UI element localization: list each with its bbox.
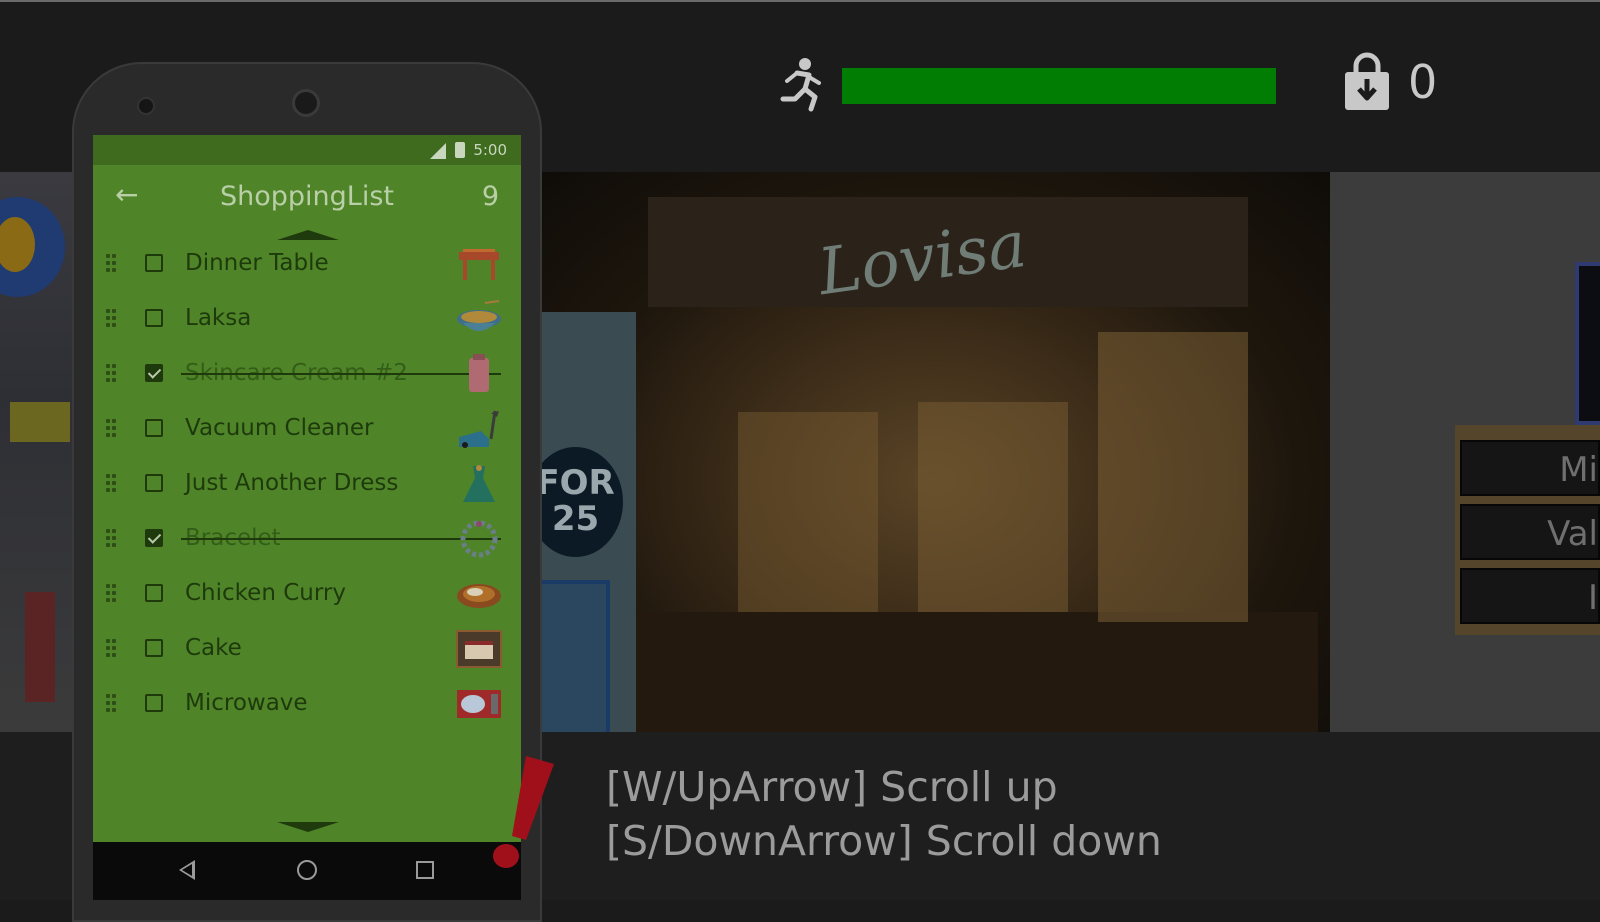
hint-scroll-down: [S/DownArrow] Scroll down [606,817,1162,865]
drag-handle-icon[interactable] [106,694,118,714]
item-checkbox[interactable] [145,474,163,492]
drag-handle-icon[interactable] [106,419,118,439]
list-item[interactable]: Chicken Curry [93,567,521,622]
bracelet-icon [460,520,498,558]
blue-kiosk [538,580,610,732]
nav-recent-apps-icon[interactable] [416,861,434,879]
item-checkbox[interactable] [145,364,163,382]
item-label: Vacuum Cleaner [185,415,374,441]
stamina-bar [842,68,1276,104]
strikethrough-line [181,373,501,375]
drag-handle-icon[interactable] [106,474,118,494]
item-checkbox[interactable] [145,309,163,327]
cake-icon [456,630,502,668]
item-checkbox[interactable] [145,694,163,712]
item-checkbox[interactable] [145,254,163,272]
drag-handle-icon[interactable] [106,529,118,549]
bag-count: 0 [1408,55,1438,109]
list-item[interactable]: Dinner Table [93,237,521,292]
item-label: Laksa [185,305,252,331]
drag-handle-icon[interactable] [106,584,118,604]
scroll-down-indicator[interactable] [277,822,339,832]
shopping-list: Dinner Table Laksa Skincare Cream #2 Vacuum… [93,237,521,732]
shopping-bag-download-icon [1345,52,1389,110]
list-item[interactable]: Just Another Dress [93,457,521,512]
microwave-icon [457,690,501,718]
hint-scroll-up: [W/UpArrow] Scroll up [606,763,1058,811]
item-checkbox[interactable] [145,419,163,437]
controls-hint: [W/UpArrow] Scroll up [S/DownArrow] Scro… [606,760,1162,868]
right-menu-button-1[interactable]: Mi [1460,440,1600,496]
item-label: Microwave [185,690,308,716]
list-item[interactable]: Microwave [93,677,521,732]
list-item[interactable]: Vacuum Cleaner [93,402,521,457]
chicken-curry-icon [457,584,501,608]
stamina-bar-fill [842,68,1276,104]
dress-icon [463,465,495,502]
status-time: 5:00 [473,141,507,159]
item-label: Dinner Table [185,250,329,276]
skincare-cream-icon [469,354,489,392]
top-border [0,0,1600,2]
phone-camera [137,97,155,115]
drag-handle-icon[interactable] [106,309,118,329]
android-nav-bar [93,842,521,900]
right-menu-button-2[interactable]: Val [1460,504,1600,560]
item-label: Cake [185,635,242,661]
item-checkbox[interactable] [145,584,163,602]
item-label: Chicken Curry [185,580,346,606]
signal-icon [430,143,446,159]
list-item[interactable]: Laksa [93,292,521,347]
list-item[interactable]: Skincare Cream #2 [93,347,521,402]
nav-home-icon[interactable] [297,860,317,880]
drag-handle-icon[interactable] [106,254,118,274]
phone-sensor [292,89,320,117]
item-checkbox[interactable] [145,639,163,657]
strikethrough-line [181,538,501,540]
right-display [1575,262,1600,425]
phone-screen[interactable]: 5:00 ← ShoppingList 9 Dinner Table Laksa S… [93,135,521,842]
vacuum-cleaner-icon [459,410,499,448]
drag-handle-icon[interactable] [106,364,118,384]
status-bar: 5:00 [93,135,521,165]
list-item[interactable]: Bracelet [93,512,521,567]
laksa-bowl-icon [457,300,501,331]
drag-handle-icon[interactable] [106,639,118,659]
running-man-icon [780,58,821,112]
app-bar: ← ShoppingList 9 [93,165,521,229]
item-checkbox[interactable] [145,529,163,547]
store-front-scene[interactable]: Lovisa FOR 25 [538,172,1330,732]
dinner-table-icon [459,249,499,280]
item-count: 9 [481,181,499,212]
list-item[interactable]: Cake [93,622,521,677]
battery-icon [455,142,465,158]
item-label: Just Another Dress [185,470,399,496]
exclamation-alert-icon [493,756,554,868]
app-title: ShoppingList [220,181,394,212]
nav-back-icon[interactable] [179,860,195,880]
right-menu-button-3[interactable]: I [1460,568,1600,624]
